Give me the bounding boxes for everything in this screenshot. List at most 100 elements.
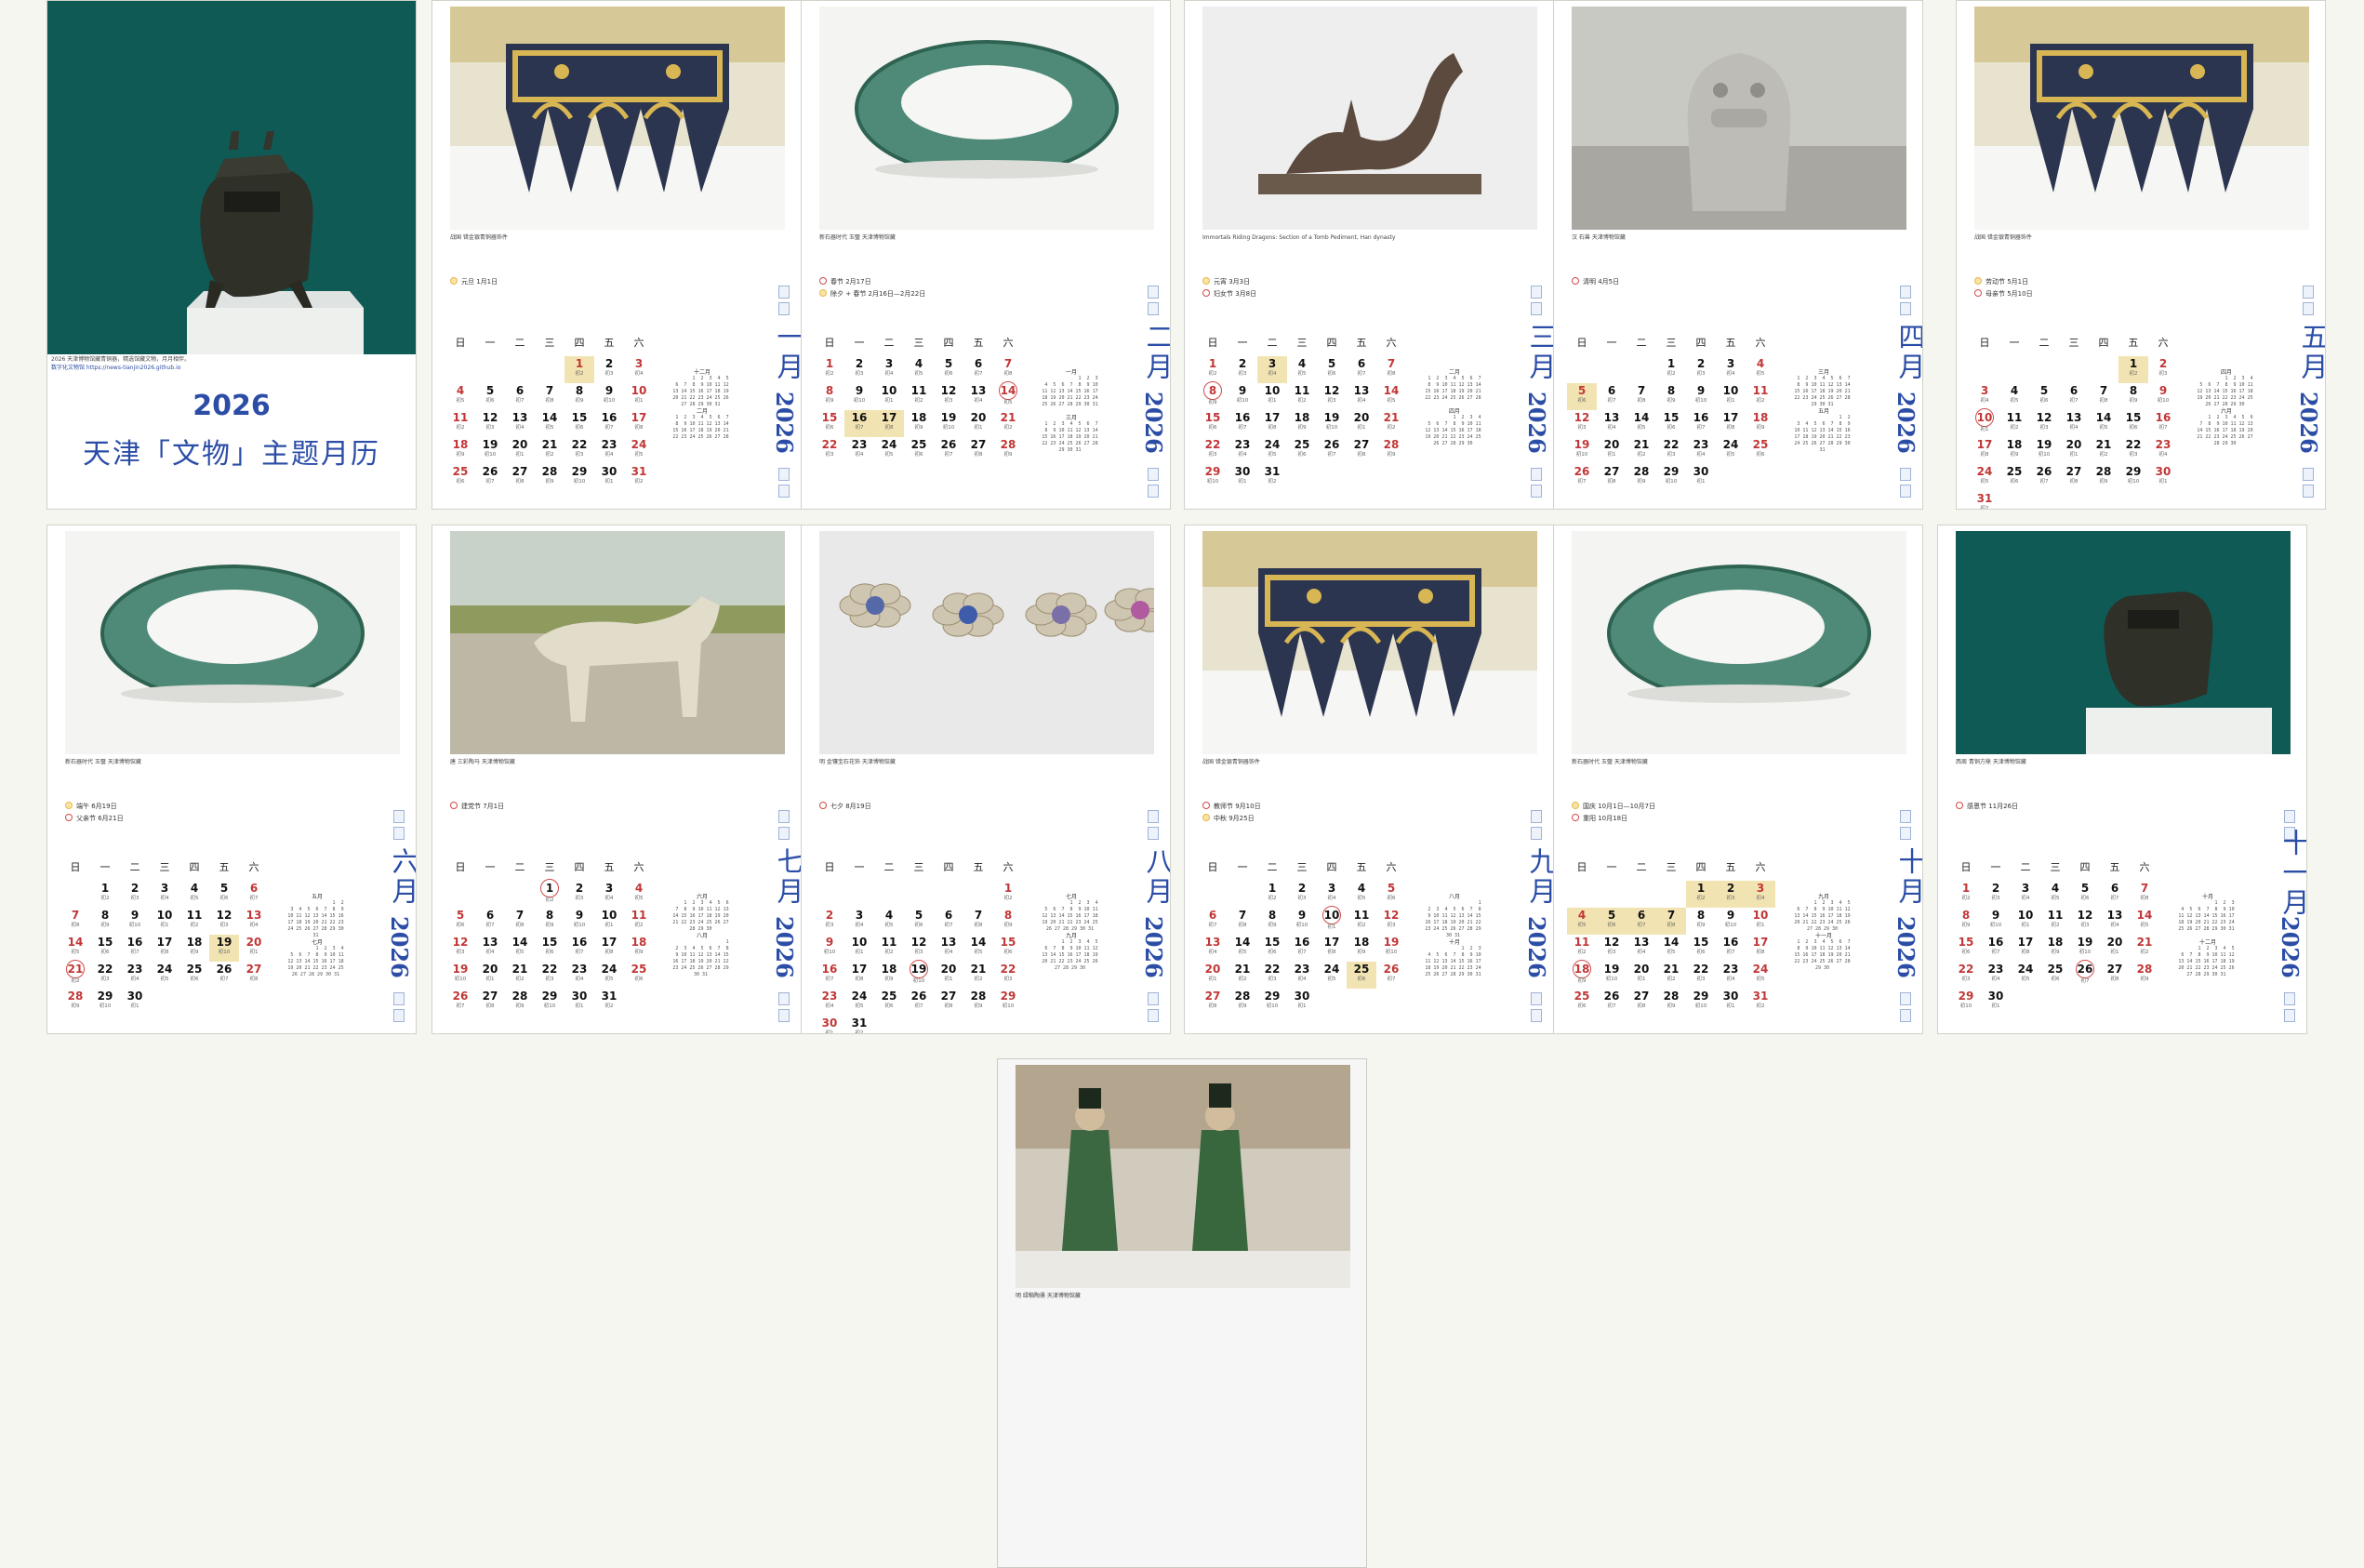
day-cell[interactable]: 3 初4 bbox=[1317, 881, 1347, 908]
day-cell[interactable]: 4 初5 bbox=[1999, 383, 2029, 410]
day-cell[interactable]: 17 初8 bbox=[624, 410, 654, 437]
day-cell[interactable]: 25 初6 bbox=[874, 989, 904, 1016]
day-cell[interactable]: 19 初10 bbox=[475, 437, 505, 464]
day-cell[interactable]: 11 初2 bbox=[1287, 383, 1317, 410]
day-cell[interactable]: 22 初3 bbox=[1656, 437, 1686, 464]
day-cell[interactable]: 19 初10 bbox=[904, 960, 934, 989]
day-cell[interactable]: 4 初5 bbox=[624, 881, 654, 908]
day-cell[interactable]: 30 初1 bbox=[1981, 989, 2011, 1016]
day-cell[interactable]: 3 初4 bbox=[594, 881, 624, 908]
day-cell[interactable]: 8 初9 bbox=[1257, 908, 1287, 935]
day-cell[interactable]: 8 初9 bbox=[1656, 383, 1686, 410]
day-cell[interactable]: 4 初5 bbox=[1567, 908, 1597, 935]
day-cell[interactable]: 9 初10 bbox=[1716, 908, 1746, 935]
day-cell[interactable]: 1 初2 bbox=[564, 356, 594, 383]
month-page-m8[interactable]: 明 金镶宝石花饰 天津博物馆藏 七夕 8月19日日 一 二 三 四 五 六 1 初2 2 初3 3 初4 4… bbox=[801, 525, 1171, 1034]
day-cell[interactable]: 2 初3 bbox=[120, 881, 150, 908]
day-cell[interactable]: 12 初3 bbox=[934, 383, 963, 410]
day-cell[interactable]: 9 初10 bbox=[1287, 908, 1317, 935]
day-cell[interactable]: 5 初6 bbox=[445, 908, 475, 935]
day-cell[interactable]: 30 初1 bbox=[2148, 464, 2178, 491]
day-cell[interactable]: 2 初3 bbox=[1716, 881, 1746, 908]
day-cell[interactable]: 14 初5 bbox=[1228, 935, 1257, 962]
day-cell[interactable]: 18 初9 bbox=[1999, 437, 2029, 464]
day-cell[interactable]: 5 初6 bbox=[1567, 383, 1597, 410]
day-cell[interactable]: 28 初9 bbox=[1228, 989, 1257, 1016]
month-page-m6[interactable]: 新石器时代 玉璧 天津博物馆藏 端午 6月19日 父亲节 6月21日日 一 二 三 四 五 六 1… bbox=[46, 525, 417, 1034]
day-cell[interactable]: 13 初4 bbox=[1347, 383, 1376, 410]
day-cell[interactable]: 6 初7 bbox=[1198, 908, 1228, 935]
day-cell[interactable]: 15 初6 bbox=[815, 410, 844, 437]
day-cell[interactable]: 24 初5 bbox=[1716, 437, 1746, 464]
day-cell[interactable]: 29 初10 bbox=[1951, 989, 1981, 1016]
day-cell[interactable]: 21 初2 bbox=[505, 962, 535, 989]
day-cell[interactable]: 30 初1 bbox=[1716, 989, 1746, 1016]
day-cell[interactable]: 13 初4 bbox=[1627, 935, 1656, 962]
day-cell[interactable]: 16 初7 bbox=[844, 410, 874, 437]
day-cell[interactable]: 8 初9 bbox=[815, 383, 844, 410]
day-cell[interactable]: 10 初1 bbox=[2011, 908, 2040, 935]
day-cell[interactable]: 30 初1 bbox=[594, 464, 624, 491]
day-cell[interactable]: 25 初6 bbox=[1287, 437, 1317, 464]
day-cell[interactable]: 11 初2 bbox=[904, 383, 934, 410]
day-cell[interactable]: 19 初10 bbox=[2029, 437, 2059, 464]
day-cell[interactable]: 4 初5 bbox=[2040, 881, 2070, 908]
day-cell[interactable]: 19 初10 bbox=[2070, 935, 2100, 962]
day-cell[interactable]: 15 初6 bbox=[564, 410, 594, 437]
day-cell[interactable]: 20 初1 bbox=[2059, 437, 2089, 464]
day-cell[interactable]: 27 初8 bbox=[1347, 437, 1376, 464]
day-cell[interactable]: 6 初7 bbox=[1597, 383, 1627, 410]
day-cell[interactable]: 16 初7 bbox=[564, 935, 594, 962]
day-cell[interactable]: 9 初10 bbox=[2148, 383, 2178, 410]
day-cell[interactable]: 3 初4 bbox=[2011, 881, 2040, 908]
day-cell[interactable]: 18 初9 bbox=[624, 935, 654, 962]
day-cell[interactable]: 10 初1 bbox=[1970, 408, 1999, 437]
day-cell[interactable]: 24 初5 bbox=[150, 962, 179, 989]
day-cell[interactable]: 25 初6 bbox=[2040, 962, 2070, 989]
day-cell[interactable]: 18 初9 bbox=[904, 410, 934, 437]
day-cell[interactable]: 30 初1 bbox=[120, 989, 150, 1016]
day-cell[interactable]: 6 初7 bbox=[475, 908, 505, 935]
day-cell[interactable]: 16 初7 bbox=[120, 935, 150, 962]
day-cell[interactable]: 19 初10 bbox=[1567, 437, 1597, 464]
day-cell[interactable]: 7 初8 bbox=[535, 383, 564, 410]
day-cell[interactable]: 17 初8 bbox=[844, 962, 874, 989]
day-cell[interactable]: 1 初2 bbox=[1951, 881, 1981, 908]
day-cell[interactable]: 31 初2 bbox=[1970, 491, 1999, 509]
day-cell[interactable]: 28 初9 bbox=[535, 464, 564, 491]
day-cell[interactable]: 22 初3 bbox=[535, 962, 564, 989]
day-cell[interactable]: 13 初4 bbox=[505, 410, 535, 437]
day-cell[interactable]: 15 初6 bbox=[1656, 410, 1686, 437]
day-cell[interactable]: 6 初7 bbox=[934, 908, 963, 935]
day-cell[interactable]: 23 初4 bbox=[1287, 962, 1317, 989]
day-cell[interactable]: 27 初8 bbox=[2059, 464, 2089, 491]
day-cell[interactable]: 22 初3 bbox=[1686, 962, 1716, 989]
day-cell[interactable]: 22 初3 bbox=[2118, 437, 2148, 464]
day-cell[interactable]: 3 初4 bbox=[1257, 356, 1287, 383]
day-cell[interactable]: 17 初8 bbox=[874, 410, 904, 437]
day-cell[interactable]: 10 初1 bbox=[1257, 383, 1287, 410]
day-cell[interactable]: 19 初10 bbox=[1317, 410, 1347, 437]
day-cell[interactable]: 10 初1 bbox=[594, 908, 624, 935]
day-cell[interactable]: 8 初9 bbox=[1198, 381, 1228, 410]
day-cell[interactable]: 28 初9 bbox=[1376, 437, 1406, 464]
day-cell[interactable]: 29 初10 bbox=[1198, 464, 1228, 491]
day-cell[interactable]: 16 初7 bbox=[594, 410, 624, 437]
day-cell[interactable]: 26 初7 bbox=[904, 989, 934, 1016]
day-cell[interactable]: 22 初3 bbox=[1198, 437, 1228, 464]
day-cell[interactable]: 7 初8 bbox=[1627, 383, 1656, 410]
day-cell[interactable]: 28 初9 bbox=[2089, 464, 2118, 491]
day-cell[interactable]: 19 初10 bbox=[1597, 962, 1627, 989]
day-cell[interactable]: 28 初9 bbox=[963, 989, 993, 1016]
day-cell[interactable]: 4 初5 bbox=[1746, 356, 1775, 383]
day-cell[interactable]: 15 初6 bbox=[2118, 410, 2148, 437]
cover-link[interactable]: 数字化文物馆 https://news-tianjin2026.github.i… bbox=[51, 365, 180, 371]
day-cell[interactable]: 27 初8 bbox=[2100, 962, 2130, 989]
day-cell[interactable]: 31 初2 bbox=[1746, 989, 1775, 1016]
day-cell[interactable]: 5 初6 bbox=[1597, 908, 1627, 935]
day-cell[interactable]: 2 初3 bbox=[1287, 881, 1317, 908]
day-cell[interactable]: 6 初7 bbox=[505, 383, 535, 410]
day-cell[interactable]: 3 初4 bbox=[1716, 356, 1746, 383]
day-cell[interactable]: 29 初10 bbox=[1686, 989, 1716, 1016]
day-cell[interactable]: 22 初3 bbox=[993, 962, 1023, 989]
